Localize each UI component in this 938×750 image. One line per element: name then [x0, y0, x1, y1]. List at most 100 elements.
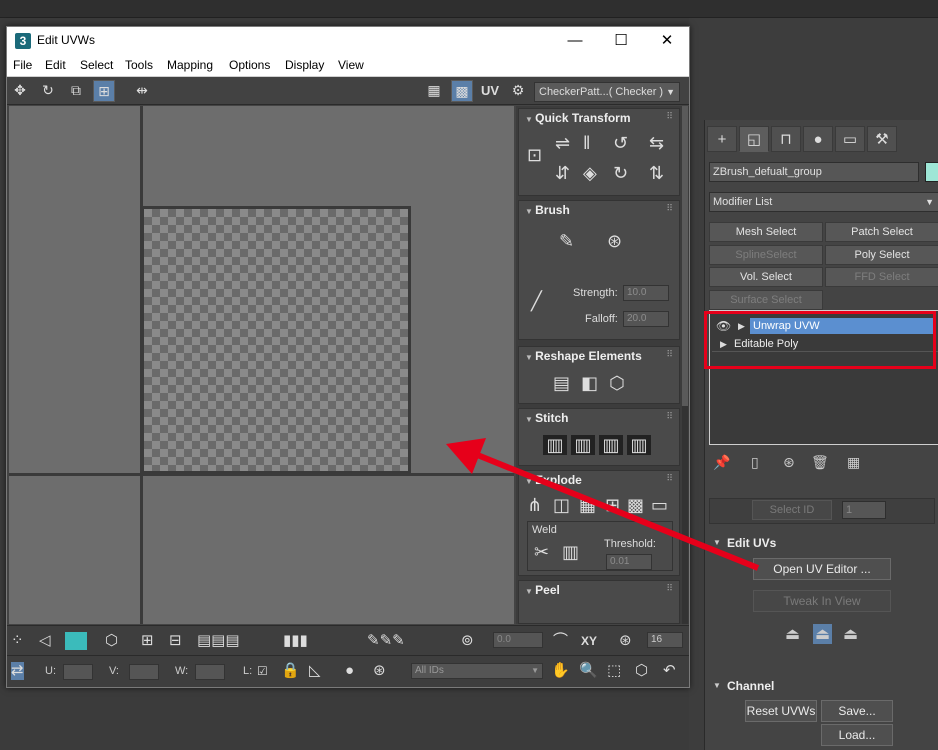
strength-spinner[interactable]: 10.0	[623, 285, 669, 301]
hide-icon[interactable]: ◺	[309, 662, 321, 680]
stitch-average-icon[interactable]: ▥	[599, 435, 623, 455]
flatten-icon[interactable]: ▦	[579, 495, 596, 515]
object-name-field[interactable]: ZBrush_defualt_group	[709, 162, 919, 182]
menu-select[interactable]: Select	[80, 58, 113, 72]
zoom-region-icon[interactable]: ⬚	[607, 662, 621, 680]
grow-select-icon[interactable]: ⊞	[141, 632, 154, 650]
ffd-select-button[interactable]: FFD Select	[825, 267, 938, 287]
tweak-in-view-button[interactable]: Tweak In View	[753, 590, 891, 612]
u-field[interactable]	[63, 664, 93, 680]
scale-icon[interactable]: ⧉	[65, 80, 87, 102]
soft-select-icon[interactable]: ⊚	[461, 632, 474, 650]
space-horizontal-icon[interactable]: ‖	[583, 133, 590, 153]
scrollbar-thumb[interactable]	[682, 106, 688, 406]
quick-transform-title[interactable]: Quick Transform	[525, 111, 630, 125]
stitch-target-icon[interactable]: ▥	[627, 435, 651, 455]
freeform-icon[interactable]: ⊞	[93, 80, 115, 102]
weld-selected-icon[interactable]: ✂	[534, 542, 549, 562]
remove-modifier-icon[interactable]: 🗑	[811, 454, 829, 471]
ids-dropdown[interactable]: All IDs ▼	[411, 663, 543, 679]
smooth-groups-icon[interactable]: ⊞	[605, 495, 620, 515]
cube-icon[interactable]: ⬡	[609, 373, 625, 393]
menu-display[interactable]: Display	[285, 58, 324, 72]
configure-sets-icon[interactable]: ▦	[847, 454, 860, 471]
move-icon[interactable]: ✥	[9, 80, 31, 102]
spline-select-button[interactable]: SplineSelect	[709, 245, 823, 265]
undo-view-icon[interactable]: ↶	[663, 662, 676, 680]
channel-rollout-title[interactable]: Channel	[709, 676, 935, 696]
make-unique-icon[interactable]: ⊛	[783, 454, 795, 471]
menu-tools[interactable]: Tools	[125, 58, 153, 72]
falloff-curve-icon[interactable]: ⌒	[553, 632, 568, 650]
reset-uvws-button[interactable]: Reset UVWs	[745, 700, 817, 722]
flip-horizontal-icon[interactable]: ⇆	[649, 133, 664, 153]
relax-icon[interactable]: ◧	[581, 373, 598, 393]
menu-options[interactable]: Options	[229, 58, 270, 72]
lock-checkbox[interactable]: ☑	[257, 662, 268, 680]
align-vertical-icon[interactable]: ⇵	[555, 163, 570, 183]
edit-uvs-rollout-title[interactable]: Edit UVs	[709, 533, 935, 553]
edge-mode-icon[interactable]: ◁	[39, 632, 51, 650]
stitch-title[interactable]: Stitch	[525, 411, 568, 425]
close-icon[interactable]: ✕	[645, 29, 689, 53]
utilities-tab-icon[interactable]: ⚒	[867, 126, 897, 152]
ring-select-icon[interactable]: ▮▮▮	[283, 632, 308, 650]
rotate-cw-icon[interactable]: ↻	[613, 163, 628, 183]
uv-editor-viewport[interactable]	[9, 106, 514, 624]
poly-select-button[interactable]: Poly Select	[825, 245, 938, 265]
save-button[interactable]: Save...	[821, 700, 893, 722]
stitch-source-icon[interactable]: ▥	[571, 435, 595, 455]
checker-icon[interactable]: ▩	[627, 495, 644, 515]
rollouts-scrollbar[interactable]	[682, 106, 688, 624]
show-end-result-icon[interactable]: ▯	[751, 454, 759, 471]
brush-title[interactable]: Brush	[525, 203, 570, 217]
checker-pattern-dropdown[interactable]: CheckerPatt...( Checker ) ▼	[534, 82, 680, 102]
create-tab-icon[interactable]: +	[707, 126, 737, 152]
select-id-spinner[interactable]: 1	[842, 501, 886, 519]
motion-tab-icon[interactable]: ●	[803, 126, 833, 152]
pan-icon[interactable]: ✋	[551, 662, 570, 680]
v-field[interactable]	[129, 664, 159, 680]
surface-select-button[interactable]: Surface Select	[709, 290, 823, 310]
align-grid-icon[interactable]: ◈	[583, 163, 597, 183]
paint-select-icon[interactable]: ✎✎✎	[367, 632, 405, 650]
uv-mode-label[interactable]: UV	[481, 83, 499, 98]
patch-select-button[interactable]: Patch Select	[825, 222, 938, 242]
grid-spinner[interactable]: 16	[647, 632, 683, 648]
pixel-snap-icon[interactable]: ⊛	[619, 632, 632, 650]
settings-icon[interactable]: ⚙	[507, 80, 529, 102]
vertex-mode-icon[interactable]: ⁘	[11, 632, 24, 650]
element-mode-icon[interactable]: ⬡	[105, 632, 118, 650]
pinch-brush-icon[interactable]: ╱	[531, 291, 542, 311]
vertex-icon[interactable]: ⏏	[843, 624, 858, 644]
open-uv-editor-button[interactable]: Open UV Editor ...	[753, 558, 891, 580]
select-id-button[interactable]: Select ID	[752, 500, 832, 520]
w-field[interactable]	[195, 664, 225, 680]
explode-icon[interactable]: ◫	[553, 495, 570, 515]
edge-icon[interactable]: ⏏	[813, 624, 833, 644]
paint-brush-icon[interactable]: ✎	[559, 231, 574, 251]
stitch-custom-icon[interactable]: ▥	[543, 435, 567, 455]
mesh-select-button[interactable]: Mesh Select	[709, 222, 823, 242]
material-ids-icon[interactable]: ▭	[651, 495, 668, 515]
xy-label[interactable]: XY	[581, 632, 597, 650]
menu-mapping[interactable]: Mapping	[167, 58, 213, 72]
vol-select-button[interactable]: Vol. Select	[709, 267, 823, 287]
flip-vertical-icon[interactable]: ⇅	[649, 163, 664, 183]
maximize-icon[interactable]: ☐	[599, 29, 643, 53]
reshape-elements-title[interactable]: Reshape Elements	[525, 349, 642, 363]
window-titlebar[interactable]: 3 Edit UVWs — ☐ ✕	[7, 27, 689, 55]
falloff-spinner[interactable]: 20.0	[623, 311, 669, 327]
loop-select-icon[interactable]: ▤▤▤	[197, 632, 240, 650]
straighten-icon[interactable]: ▤	[553, 373, 570, 393]
align-center-icon[interactable]: ⊡	[527, 145, 542, 165]
mirror-icon[interactable]: ⇹	[131, 80, 153, 102]
modify-tab-icon[interactable]: ◱	[739, 126, 769, 152]
shrink-select-icon[interactable]: ⊟	[169, 632, 182, 650]
freeze-icon[interactable]: ●	[345, 662, 354, 680]
object-color-swatch[interactable]	[925, 162, 938, 182]
checker-display-icon[interactable]: ▩	[451, 80, 473, 102]
lock-icon[interactable]: 🔒	[281, 662, 300, 680]
menu-file[interactable]: File	[13, 58, 32, 72]
rotate-ccw-icon[interactable]: ↺	[613, 133, 628, 153]
